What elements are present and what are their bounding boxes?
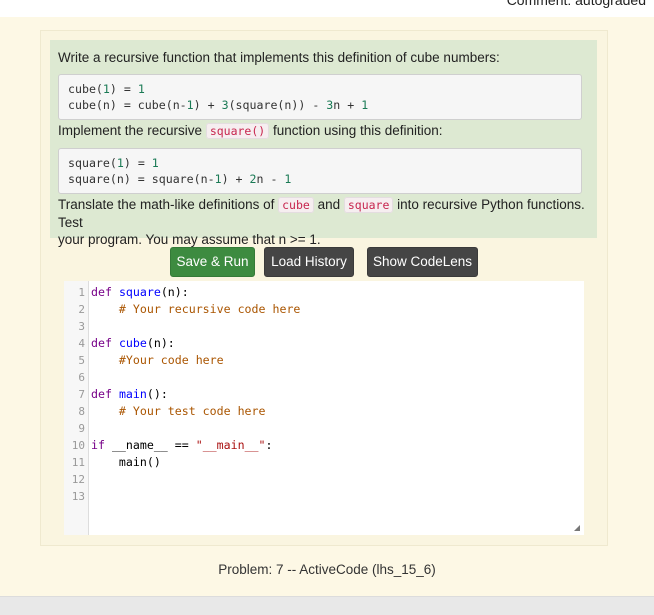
line-number: 7	[78, 388, 85, 401]
code-number: 1	[151, 156, 159, 170]
code-number: 1	[284, 171, 292, 186]
code-line-5: #Your code here	[91, 353, 224, 367]
line-number: 8	[78, 405, 85, 418]
square-definition-block: square(1) = 1 square(n) = square(n-1) + …	[58, 148, 582, 194]
code-token: n -	[256, 171, 285, 186]
translate-pre: Translate the math-like definitions of	[58, 197, 279, 212]
line-number: 6	[78, 371, 85, 384]
code-token: ():	[146, 387, 168, 401]
code-number: 1	[361, 97, 369, 112]
code-token: :	[265, 438, 273, 452]
line-number: 1	[78, 286, 85, 299]
line-number: 10	[71, 439, 85, 452]
code-token: ) =	[123, 156, 152, 170]
code-line-4: def cube(n):	[91, 336, 175, 350]
code-token: (n):	[146, 336, 175, 350]
problem-caption: Problem: 7 -- ActiveCode (lhs_15_6)	[218, 562, 436, 577]
line-number: 3	[78, 320, 85, 333]
code-line-8: # Your test code here	[91, 404, 266, 418]
code-number: 1	[214, 171, 222, 186]
problem-description: Write a recursive function that implemen…	[50, 40, 597, 247]
inline-code-square: square	[343, 197, 394, 213]
line-number: 9	[78, 422, 85, 435]
code-token: n +	[333, 97, 362, 112]
line-number: 5	[78, 354, 85, 367]
translate-text: Translate the math-like definitions of c…	[58, 196, 597, 248]
code-token: ) +	[193, 97, 222, 112]
inline-code-square: square()	[205, 123, 270, 139]
code-editor[interactable]: 1 2 3 4 5 6 7 8 9 10 11 12 13 def square…	[64, 281, 584, 535]
translate-line2: your program. You may assume that n >= 1…	[58, 232, 321, 247]
implement-post: function using this definition:	[269, 123, 443, 138]
translate-and: and	[313, 197, 344, 212]
code-number: 1	[137, 82, 145, 96]
function-name: square	[118, 285, 161, 299]
code-token: ) =	[109, 82, 138, 96]
code-number: 1	[186, 97, 194, 112]
code-token: cube(	[68, 82, 103, 96]
comment-label: Comment: autograded	[506, 0, 646, 8]
cube-definition-block: cube(1) = 1 cube(n) = cube(n-1) + 3(squa…	[58, 74, 582, 120]
implement-text: Implement the recursive square() functio…	[58, 122, 443, 140]
code-token: ) +	[221, 171, 250, 186]
keyword: def	[91, 336, 112, 350]
keyword: def	[91, 285, 112, 299]
function-name: main	[118, 387, 147, 401]
keyword: def	[91, 387, 112, 401]
resize-handle-icon[interactable]	[574, 525, 580, 531]
function-name: cube	[118, 336, 147, 350]
code-number: 3	[221, 97, 229, 112]
code-token: __name__ ==	[104, 438, 196, 452]
code-number: 1	[116, 156, 124, 170]
code-token: cube(n) = cube(n-	[68, 97, 187, 112]
implement-pre: Implement the recursive	[58, 123, 206, 138]
bottom-bar	[0, 596, 654, 615]
line-number: 2	[78, 303, 85, 316]
string-literal: "__main__"	[195, 438, 266, 452]
code-number: 1	[102, 82, 110, 96]
code-token: square(n) = square(n-	[68, 171, 215, 186]
line-number: 13	[71, 490, 85, 503]
intro-text: Write a recursive function that implemen…	[58, 50, 500, 65]
line-number: 4	[78, 337, 85, 350]
save-run-button[interactable]: Save & Run	[170, 247, 255, 277]
show-codelens-button[interactable]: Show CodeLens	[367, 247, 478, 277]
line-number: 11	[71, 456, 85, 469]
code-line-11: main()	[91, 455, 161, 469]
line-number-gutter: 1 2 3 4 5 6 7 8 9 10 11 12 13	[64, 281, 89, 535]
line-number: 12	[71, 473, 85, 486]
code-token: (square(n)) -	[228, 97, 327, 112]
code-line-2: # Your recursive code here	[91, 302, 301, 316]
load-history-button[interactable]: Load History	[264, 247, 354, 277]
code-token: square(	[68, 156, 117, 170]
code-token: (n):	[160, 285, 189, 299]
top-strip: Comment: autograded	[0, 0, 654, 17]
inline-code-cube: cube	[278, 197, 314, 213]
keyword: if	[91, 438, 105, 452]
code-line-10: if __name__ == "__main__":	[91, 438, 273, 452]
code-line-7: def main():	[91, 387, 168, 401]
code-line-1: def square(n):	[91, 285, 189, 299]
